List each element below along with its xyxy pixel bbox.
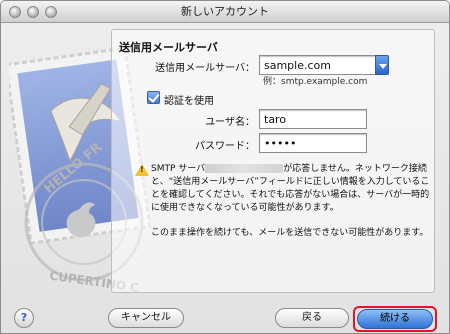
title-bar: 新しいアカウント <box>1 1 449 23</box>
cancel-button[interactable]: キャンセル <box>108 308 184 328</box>
warning-text-before: SMTP サーバ <box>151 164 206 174</box>
close-window-button[interactable] <box>9 6 21 18</box>
server-example-hint: 例：smtp.example.com <box>263 77 368 87</box>
outgoing-server-label: 送信用メールサーバ： <box>155 63 255 74</box>
zoom-window-button[interactable] <box>45 6 57 18</box>
help-button[interactable]: ? <box>14 308 34 328</box>
chevron-down-icon[interactable] <box>375 55 389 75</box>
username-field[interactable]: taro <box>259 109 367 129</box>
window-title: 新しいアカウント <box>181 5 269 18</box>
warning-message: SMTP サーバ が応答しません。ネットワーク接続と、“送信用メールサーバ”フィー… <box>151 163 431 215</box>
use-authentication-label: 認証を使用 <box>164 96 214 107</box>
username-value: taro <box>264 113 287 126</box>
new-account-window: 新しいアカウント HELLO FR CUPERTINO C 送信用メールサーバ … <box>0 0 450 334</box>
username-label: ユーザ名： <box>205 117 255 128</box>
password-field[interactable]: ••••• <box>259 133 367 153</box>
warning-icon <box>135 164 149 176</box>
outgoing-server-value: sample.com <box>264 59 331 72</box>
continue-button-highlight <box>353 306 437 332</box>
password-value: ••••• <box>264 137 297 150</box>
section-title: 送信用メールサーバ <box>119 41 218 54</box>
minimize-window-button[interactable] <box>27 6 39 18</box>
redacted-server-name <box>205 164 284 173</box>
outgoing-server-combobox[interactable]: sample.com <box>259 55 389 75</box>
continue-warning-message: このまま操作を続けても、メールを送信できない可能性があります。 <box>151 228 429 238</box>
back-button[interactable]: 戻る <box>275 308 349 328</box>
password-label: パスワード： <box>195 141 255 152</box>
use-authentication-checkbox[interactable] <box>147 91 160 104</box>
